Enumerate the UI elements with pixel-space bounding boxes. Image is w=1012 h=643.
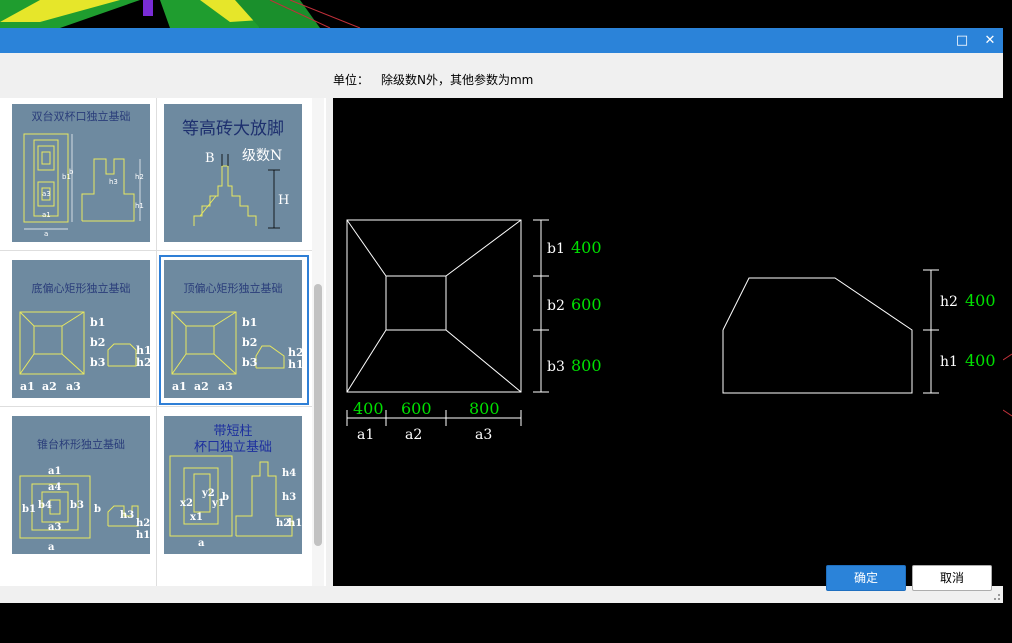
svg-text:b2: b2 [242, 336, 257, 349]
svg-text:b: b [222, 492, 229, 503]
label-b1: b1 [547, 241, 565, 257]
tile-short-column-cup-foundation[interactable]: 带短柱 杯口独立基础 x2 x1 y2 y1 b a h4 h3 h2 h1 [164, 416, 302, 554]
tile-drawing: b1 b2 b3 h1 h2 a1 a2 a3 [19, 311, 150, 393]
label-a2: a2 [405, 427, 422, 443]
svg-text:b1: b1 [90, 316, 105, 329]
preview-canvas: b1 400 b2 600 b3 800 400 600 800 a1 a2 a… [333, 98, 1003, 586]
svg-text:x2: x2 [180, 498, 193, 509]
scrollbar-thumb[interactable] [314, 284, 322, 546]
svg-text:a3: a3 [48, 522, 61, 533]
svg-text:b3: b3 [70, 500, 84, 511]
svg-text:a3: a3 [218, 380, 233, 393]
label-h2: h2 [940, 294, 958, 310]
value-a2: 600 [401, 399, 432, 418]
close-icon[interactable]: ✕ [977, 28, 1003, 53]
foundation-dialog: □ ✕ 单位： 除级数N外，其他参数为mm 双台双杯口独立基础 a b1 b h… [0, 28, 1003, 603]
tile-drawing: a1 a4 b1 b4 b3 a3 a b h3 h2 h1 [19, 466, 150, 553]
label-h: H [278, 193, 289, 208]
tile-drawing: B 级数N H [193, 148, 289, 229]
section-dimension-lines [923, 269, 939, 394]
svg-text:a: a [198, 538, 205, 549]
svg-text:h1: h1 [288, 358, 302, 371]
plan-view [346, 219, 522, 393]
plan-dimension-lines [346, 219, 549, 426]
value-a3: 800 [469, 399, 500, 418]
svg-text:a3: a3 [42, 190, 51, 198]
label-a1: a1 [357, 427, 374, 443]
svg-text:h1: h1 [136, 530, 150, 541]
svg-text:b1: b1 [22, 504, 36, 515]
ok-button[interactable]: 确定 [826, 565, 906, 591]
label-a3: a3 [475, 427, 492, 443]
tile-bottom-eccentric-rect-foundation[interactable]: 底偏心矩形独立基础 b1 b2 b3 h1 h2 a1 a2 a3 [12, 260, 150, 398]
tile-drawing: ab1b h2h1h3 a1a3 [23, 133, 144, 238]
foundation-type-gallery: 双台双杯口独立基础 a b1 b h2 h1 h3 a1 a3 等高砖大放脚 B… [0, 98, 326, 586]
label-b2: b2 [547, 298, 565, 314]
label-h1: h1 [940, 354, 958, 370]
svg-text:b3: b3 [242, 356, 257, 369]
svg-text:h3: h3 [120, 510, 134, 521]
value-b1: 400 [571, 238, 602, 257]
svg-text:a2: a2 [194, 380, 209, 393]
svg-text:h3: h3 [109, 178, 118, 186]
tile-top-eccentric-rect-foundation[interactable]: 顶偏心矩形独立基础 b1 b2 b3 h2 h1 a1 a2 a3 [164, 260, 302, 398]
preview-drawing: b1 400 b2 600 b3 800 400 600 800 a1 a2 a… [346, 219, 996, 443]
value-h1: 400 [965, 351, 996, 370]
svg-text:a: a [44, 230, 48, 238]
svg-text:a: a [48, 542, 55, 553]
title-bar: □ ✕ [0, 28, 1003, 53]
svg-text:h3: h3 [282, 492, 296, 503]
section-view [722, 277, 913, 394]
label-n: 级数N [242, 148, 282, 164]
background-scene-edge [1003, 353, 1012, 417]
svg-text:h2: h2 [135, 173, 144, 181]
tile-double-cup-foundation[interactable]: 双台双杯口独立基础 a b1 b h2 h1 h3 a1 a3 [12, 104, 150, 242]
svg-text:a1: a1 [48, 466, 61, 477]
label-b3: b3 [547, 359, 565, 375]
svg-text:a1: a1 [42, 211, 51, 219]
gallery-divider [0, 406, 312, 407]
gallery-divider [0, 250, 312, 251]
svg-text:b1: b1 [242, 316, 257, 329]
value-a1: 400 [353, 399, 384, 418]
svg-text:a4: a4 [48, 482, 61, 493]
unit-note: 单位： 除级数N外，其他参数为mm [333, 71, 545, 88]
gallery-divider [156, 98, 157, 586]
tile-drawing: b1 b2 b3 h2 h1 a1 a2 a3 [171, 311, 302, 393]
svg-text:h1: h1 [288, 518, 302, 529]
maximize-icon[interactable]: □ [949, 28, 975, 53]
svg-text:b2: b2 [90, 336, 105, 349]
tile-equal-height-brick-footing[interactable]: 等高砖大放脚 B 级数N H [164, 104, 302, 242]
tile-frustum-cup-foundation[interactable]: 锥台杯形独立基础 a1 a4 b1 b4 b3 a3 a b h3 h2 h1 [12, 416, 150, 554]
svg-text:a3: a3 [66, 380, 81, 393]
value-b3: 800 [571, 356, 602, 375]
svg-text:x1: x1 [190, 512, 203, 523]
svg-text:h1: h1 [135, 202, 144, 210]
svg-text:b: b [94, 504, 101, 515]
svg-text:h2: h2 [136, 518, 150, 529]
svg-text:b: b [69, 168, 74, 176]
gallery-scrollbar[interactable] [312, 98, 324, 586]
unit-label: 单位： [333, 73, 370, 87]
value-h2: 400 [965, 291, 996, 310]
unit-text: 除级数N外，其他参数为mm [381, 73, 534, 87]
svg-text:h2: h2 [136, 356, 150, 369]
svg-text:a2: a2 [42, 380, 57, 393]
svg-text:a1: a1 [172, 380, 187, 393]
svg-text:h4: h4 [282, 468, 296, 479]
svg-text:b3: b3 [90, 356, 105, 369]
cancel-button[interactable]: 取消 [912, 565, 992, 591]
svg-text:b4: b4 [38, 500, 52, 511]
tile-drawing: x2 x1 y2 y1 b a h4 h3 h2 h1 [169, 455, 302, 549]
svg-text:a1: a1 [20, 380, 35, 393]
value-b2: 600 [571, 295, 602, 314]
label-b: B [205, 151, 215, 166]
background-scene [0, 0, 1012, 28]
resize-grip-icon[interactable] [990, 590, 1002, 602]
